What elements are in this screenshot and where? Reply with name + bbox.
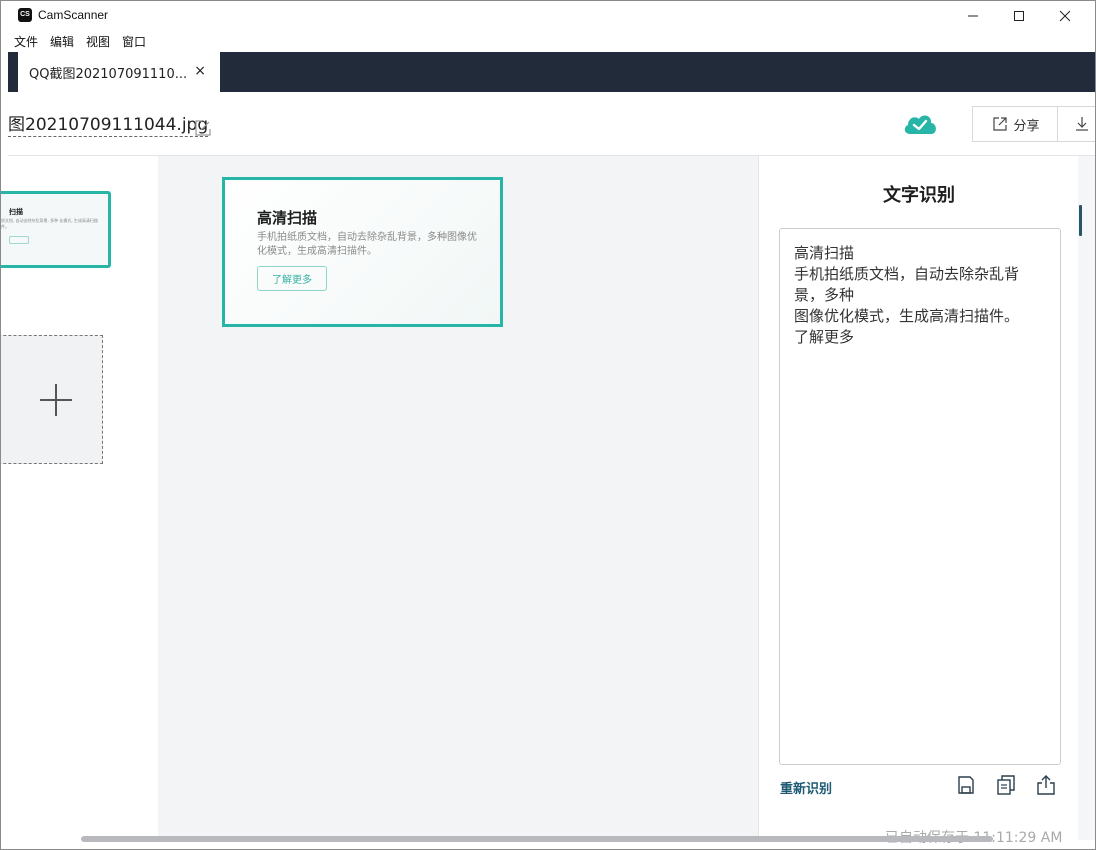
file-header: 图20210709111044.jpg 分享 — [8, 92, 1095, 156]
ocr-line: 了解更多 — [794, 328, 855, 346]
plus-icon — [39, 383, 72, 416]
save-button[interactable] — [955, 774, 977, 796]
preview-learn-more: 了解更多 — [257, 266, 327, 291]
app-window: CS CamScanner 文件 编辑 视图 窗口 QQ截图2021070911… — [0, 0, 1096, 850]
share-button[interactable]: 分享 — [972, 106, 1058, 142]
cloud-check-icon — [904, 115, 936, 134]
vertical-scrollbar[interactable] — [1078, 156, 1095, 840]
tab-close-button[interactable]: × — [194, 64, 206, 78]
edit-name-icon[interactable] — [194, 119, 212, 137]
tab-bar: QQ截图202107091110... × — [8, 52, 1095, 92]
ocr-line: 手机拍纸质文档，自动去除杂乱背 — [794, 265, 1020, 283]
image-preview[interactable]: 高清扫描 手机拍纸质文档，自动去除杂乱背景，多种图像优化模式，生成高清扫描件。 … — [222, 177, 503, 327]
preview-desc: 手机拍纸质文档，自动去除杂乱背景，多种图像优化模式，生成高清扫描件。 — [257, 232, 477, 257]
preview-title: 高清扫描 — [257, 209, 318, 227]
image-preview-area: 高清扫描 手机拍纸质文档，自动去除杂乱背景，多种图像优化模式，生成高清扫描件。 … — [158, 156, 758, 840]
share-label: 分享 — [1013, 118, 1040, 134]
app-title: CamScanner — [38, 8, 109, 22]
horizontal-scroll-thumb[interactable] — [81, 836, 993, 842]
thumbnail-desc: 质文档, 自动去除杂乱背景, 多种 化模式, 生成高清扫描件。 — [1, 218, 98, 229]
thumbnail-button — [9, 236, 29, 244]
tab-label: QQ截图202107091110... — [29, 66, 188, 82]
minimize-button[interactable] — [950, 1, 996, 31]
share-icon — [993, 117, 1008, 131]
ocr-actions — [955, 774, 1057, 796]
thumbnail-title: 扫描 — [9, 208, 23, 216]
menu-edit[interactable]: 编辑 — [44, 32, 80, 52]
menu-view[interactable]: 视图 — [80, 32, 116, 52]
download-icon — [1076, 117, 1088, 131]
document-tab[interactable]: QQ截图202107091110... × — [18, 52, 220, 92]
ocr-title: 文字识别 — [883, 185, 955, 206]
close-window-button[interactable] — [1042, 1, 1088, 31]
save-icon — [958, 776, 974, 794]
maximize-button[interactable] — [996, 1, 1042, 31]
menu-file[interactable]: 文件 — [1, 32, 44, 52]
ocr-line: 高清扫描 — [794, 244, 855, 262]
maximize-icon — [1014, 11, 1024, 21]
menu-window[interactable]: 窗口 — [116, 32, 152, 52]
menu-bar: 文件 编辑 视图 窗口 — [1, 32, 152, 52]
ocr-panel: 文字识别 高清扫描 手机拍纸质文档，自动去除杂乱背 景，多种 图像优化模式，生成… — [758, 156, 1078, 846]
file-name[interactable]: 图20210709111044.jpg — [8, 114, 209, 137]
window-bottom-edge — [1, 844, 1095, 849]
add-page-button[interactable] — [1, 335, 103, 464]
ocr-text-area[interactable]: 高清扫描 手机拍纸质文档，自动去除杂乱背 景，多种 图像优化模式，生成高清扫描件… — [779, 228, 1061, 765]
ocr-line: 景，多种 — [794, 286, 855, 304]
download-button[interactable] — [1057, 106, 1095, 142]
ocr-line: 图像优化模式，生成高清扫描件。 — [794, 307, 1020, 325]
minimize-icon — [968, 15, 978, 17]
export-icon — [1037, 775, 1055, 795]
export-button[interactable] — [1035, 774, 1057, 796]
page-list-panel: 扫描 质文档, 自动去除杂乱背景, 多种 化模式, 生成高清扫描件。 — [1, 156, 158, 840]
vertical-scroll-thumb[interactable] — [1079, 205, 1082, 236]
page-thumbnail[interactable]: 扫描 质文档, 自动去除杂乱背景, 多种 化模式, 生成高清扫描件。 — [1, 191, 111, 268]
title-bar: CS CamScanner — [1, 1, 1095, 31]
copy-button[interactable] — [995, 774, 1017, 796]
re-recognize-button[interactable]: 重新识别 — [780, 778, 832, 797]
copy-icon — [997, 775, 1015, 795]
app-logo: CS — [18, 8, 32, 22]
close-icon — [1059, 10, 1071, 22]
